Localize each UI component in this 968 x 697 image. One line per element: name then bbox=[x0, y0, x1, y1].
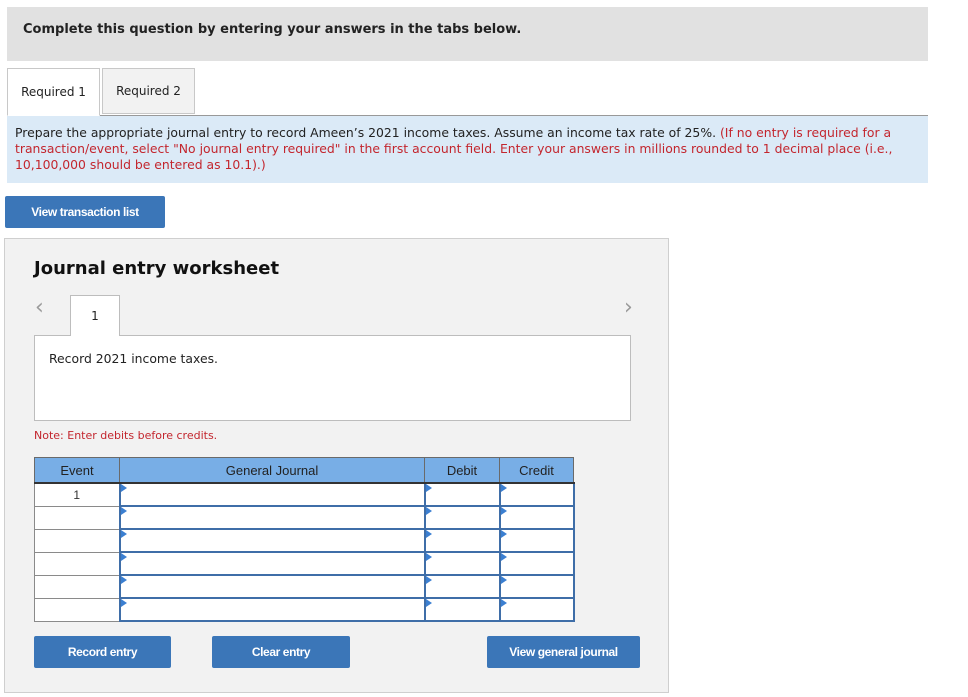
chevron-right-icon[interactable]: › bbox=[624, 297, 633, 319]
entry-description: Record 2021 income taxes. bbox=[49, 351, 218, 366]
credit-cell[interactable] bbox=[498, 505, 575, 530]
debit-cell[interactable] bbox=[423, 505, 501, 530]
account-input[interactable] bbox=[120, 599, 424, 620]
debit-input[interactable] bbox=[425, 484, 499, 505]
question-prompt: Prepare the appropriate journal entry to… bbox=[7, 116, 928, 183]
table-row bbox=[34, 574, 575, 599]
account-dropdown[interactable] bbox=[118, 528, 426, 553]
tab-required-1[interactable]: Required 1 bbox=[7, 68, 100, 116]
table-row bbox=[34, 528, 575, 553]
column-header-event: Event bbox=[34, 457, 120, 484]
credit-cell[interactable] bbox=[498, 597, 575, 622]
debit-cell[interactable] bbox=[423, 482, 501, 507]
credit-input[interactable] bbox=[500, 507, 573, 528]
debit-input[interactable] bbox=[425, 599, 499, 620]
debit-input[interactable] bbox=[425, 553, 499, 574]
account-input[interactable] bbox=[120, 530, 424, 551]
credit-cell[interactable] bbox=[498, 574, 575, 599]
entry-tab-1[interactable]: 1 bbox=[70, 295, 120, 336]
debit-input[interactable] bbox=[425, 530, 499, 551]
column-header-debit: Debit bbox=[424, 457, 500, 484]
account-dropdown[interactable] bbox=[118, 551, 426, 576]
tab-required-2[interactable]: Required 2 bbox=[102, 68, 195, 114]
entry-description-box: Record 2021 income taxes. bbox=[34, 335, 631, 421]
credit-cell[interactable] bbox=[498, 528, 575, 553]
credit-input[interactable] bbox=[500, 553, 573, 574]
column-header-credit: Credit bbox=[499, 457, 574, 484]
debit-input[interactable] bbox=[425, 576, 499, 597]
debit-cell[interactable] bbox=[423, 597, 501, 622]
record-entry-button[interactable]: Record entry bbox=[34, 636, 171, 668]
event-cell bbox=[34, 528, 120, 553]
credit-input[interactable] bbox=[500, 530, 573, 551]
view-general-journal-button[interactable]: View general journal bbox=[487, 636, 640, 668]
credit-cell[interactable] bbox=[498, 482, 575, 507]
debit-input[interactable] bbox=[425, 507, 499, 528]
journal-entry-worksheet: Journal entry worksheet ‹ 1 › Record 202… bbox=[4, 238, 669, 693]
instruction-text: Complete this question by entering your … bbox=[23, 22, 522, 37]
chevron-left-icon[interactable]: ‹ bbox=[35, 297, 44, 319]
clear-entry-button[interactable]: Clear entry bbox=[212, 636, 350, 668]
account-dropdown[interactable] bbox=[118, 505, 426, 530]
table-row: 1 bbox=[34, 482, 575, 507]
debit-cell[interactable] bbox=[423, 551, 501, 576]
event-cell: 1 bbox=[34, 482, 120, 507]
event-cell bbox=[34, 551, 120, 576]
table-header-row: Event General Journal Debit Credit bbox=[34, 457, 574, 484]
table-row bbox=[34, 597, 575, 622]
event-cell bbox=[34, 574, 120, 599]
credit-input[interactable] bbox=[500, 576, 573, 597]
table-row bbox=[34, 551, 575, 576]
account-input[interactable] bbox=[120, 507, 424, 528]
table-row bbox=[34, 505, 575, 530]
account-input[interactable] bbox=[120, 576, 424, 597]
debit-credit-note: Note: Enter debits before credits. bbox=[34, 429, 218, 442]
column-header-general-journal: General Journal bbox=[119, 457, 425, 484]
prompt-text: Prepare the appropriate journal entry to… bbox=[15, 125, 720, 140]
event-cell bbox=[34, 505, 120, 530]
event-cell bbox=[34, 597, 120, 622]
account-dropdown[interactable] bbox=[118, 597, 426, 622]
account-input[interactable] bbox=[120, 484, 424, 505]
instruction-bar: Complete this question by entering your … bbox=[7, 7, 928, 61]
account-dropdown[interactable] bbox=[118, 574, 426, 599]
credit-input[interactable] bbox=[500, 599, 573, 620]
view-transaction-list-button[interactable]: View transaction list bbox=[5, 196, 165, 228]
journal-table: Event General Journal Debit Credit 1 bbox=[34, 457, 575, 622]
debit-cell[interactable] bbox=[423, 528, 501, 553]
debit-cell[interactable] bbox=[423, 574, 501, 599]
account-input[interactable] bbox=[120, 553, 424, 574]
worksheet-title: Journal entry worksheet bbox=[34, 258, 280, 279]
credit-input[interactable] bbox=[500, 484, 573, 505]
account-dropdown[interactable] bbox=[118, 482, 426, 507]
credit-cell[interactable] bbox=[498, 551, 575, 576]
